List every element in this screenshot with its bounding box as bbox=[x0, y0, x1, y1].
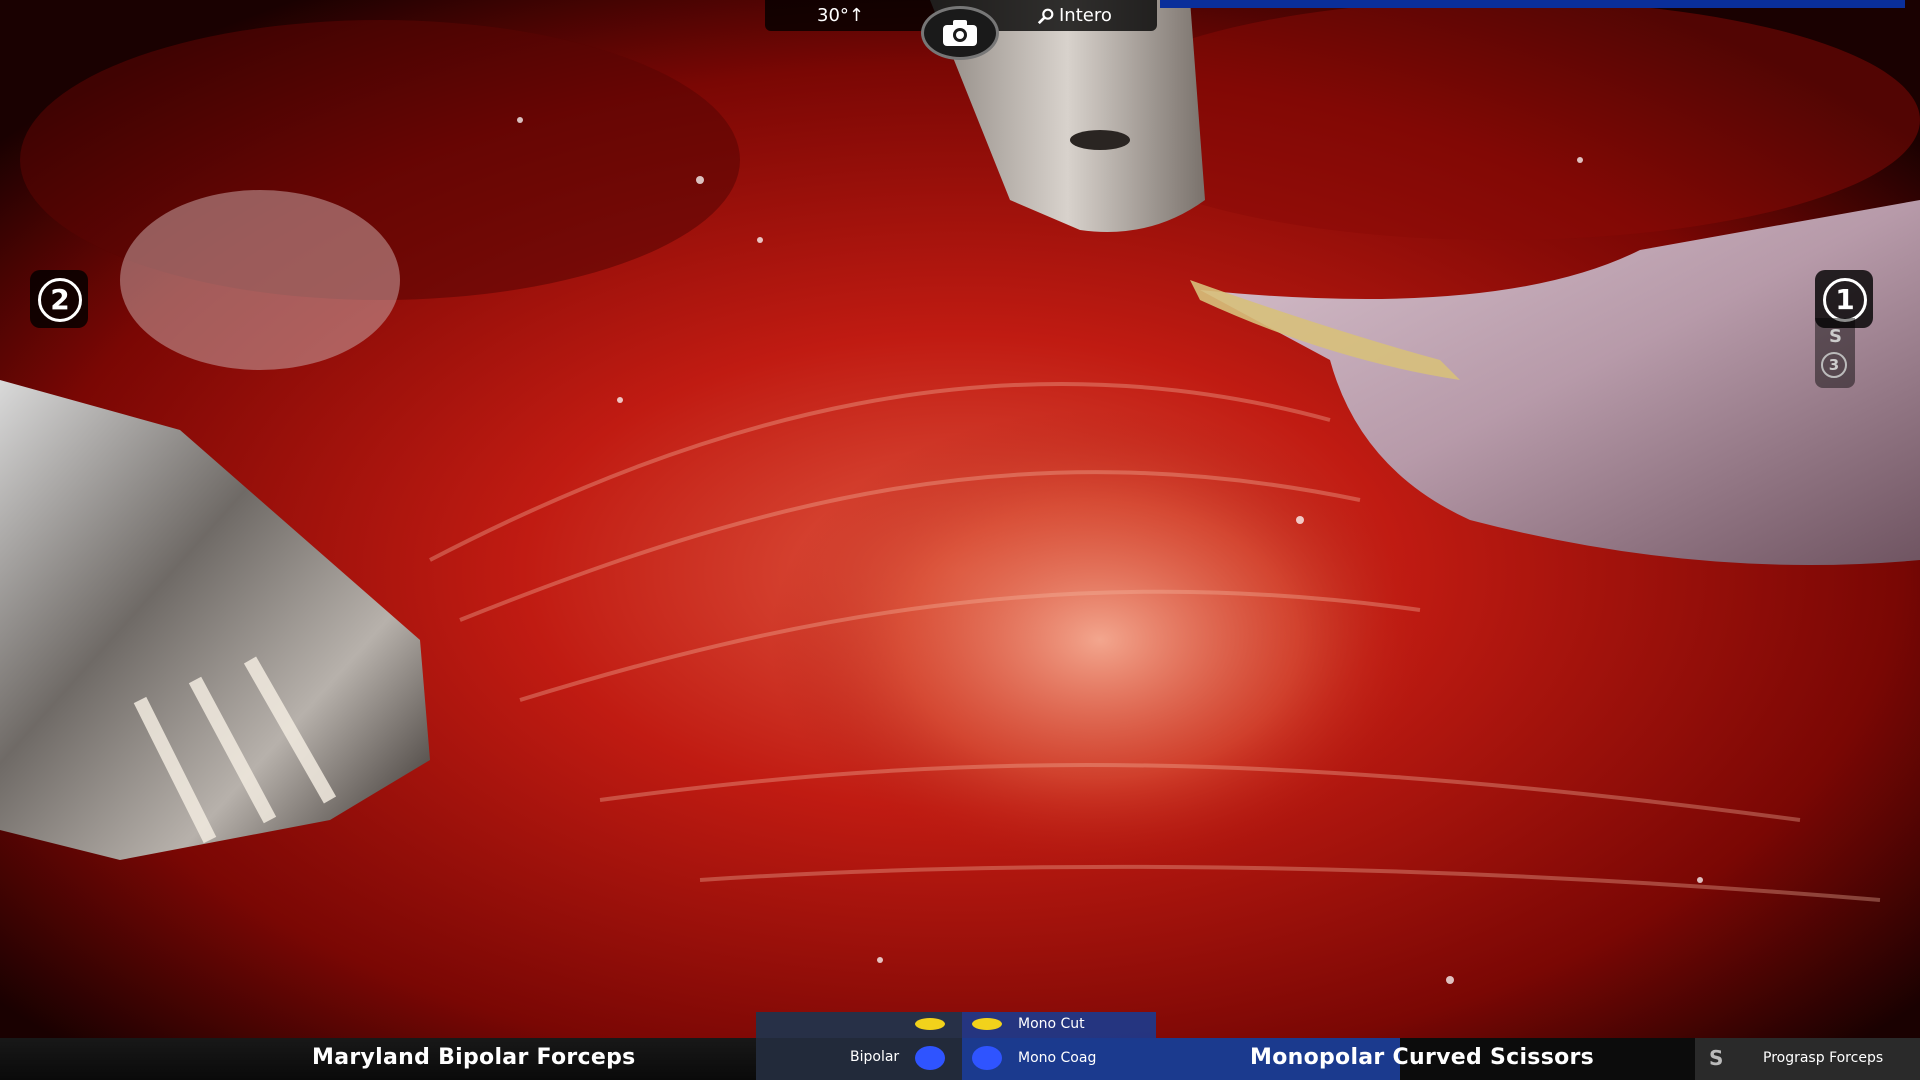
arm-3-number: 3 bbox=[1821, 352, 1847, 378]
arm-1-number: 1 bbox=[1823, 278, 1867, 322]
third-arm-tool-panel[interactable]: S Prograsp Forceps bbox=[1695, 1038, 1920, 1080]
arm-swap-indicator[interactable]: S 3 bbox=[1815, 318, 1855, 388]
view-mode[interactable]: Intero bbox=[1037, 5, 1112, 26]
right-tool-name: Monopolar Curved Scissors bbox=[1250, 1045, 1595, 1070]
left-arm-tool-panel: Maryland Bipolar Forceps bbox=[0, 1038, 756, 1080]
magnifier-icon bbox=[1037, 8, 1054, 24]
surgical-console-screen: 30°↑ Intero 2 1 S 3 Mono Cut Maryland Bi… bbox=[0, 0, 1920, 1080]
bipolar-energy-panel: Bipolar bbox=[756, 1038, 962, 1080]
swap-s-icon: S bbox=[1829, 326, 1842, 347]
swap-s-icon: S bbox=[1709, 1046, 1724, 1070]
mono-coag-label: Mono Coag bbox=[1018, 1050, 1097, 1066]
bipolar-coag-pedal-icon bbox=[915, 1046, 945, 1070]
left-tool-name: Maryland Bipolar Forceps bbox=[312, 1045, 636, 1070]
view-mode-label: Intero bbox=[1059, 5, 1112, 26]
endoscope-video-feed bbox=[0, 0, 1920, 1040]
bipolar-label: Bipolar bbox=[850, 1049, 900, 1065]
mono-cut-label: Mono Cut bbox=[1018, 1016, 1085, 1032]
top-accent-strip bbox=[1160, 0, 1905, 8]
scope-angle: 30°↑ bbox=[817, 5, 864, 26]
mono-cut-pedal-icon bbox=[972, 1018, 1002, 1030]
bipolar-cut-pedal-indicator bbox=[915, 1018, 945, 1030]
instrument-status-bar: Maryland Bipolar Forceps Bipolar Mono Co… bbox=[0, 1038, 1920, 1080]
third-tool-name: Prograsp Forceps bbox=[1763, 1050, 1884, 1066]
surgical-field-image bbox=[0, 0, 1920, 1040]
camera-control-button[interactable] bbox=[921, 6, 999, 60]
camera-icon bbox=[943, 20, 977, 46]
arm-2-badge[interactable]: 2 bbox=[30, 270, 88, 328]
mono-coag-pedal-icon bbox=[972, 1046, 1002, 1070]
arm-2-number: 2 bbox=[38, 278, 82, 322]
